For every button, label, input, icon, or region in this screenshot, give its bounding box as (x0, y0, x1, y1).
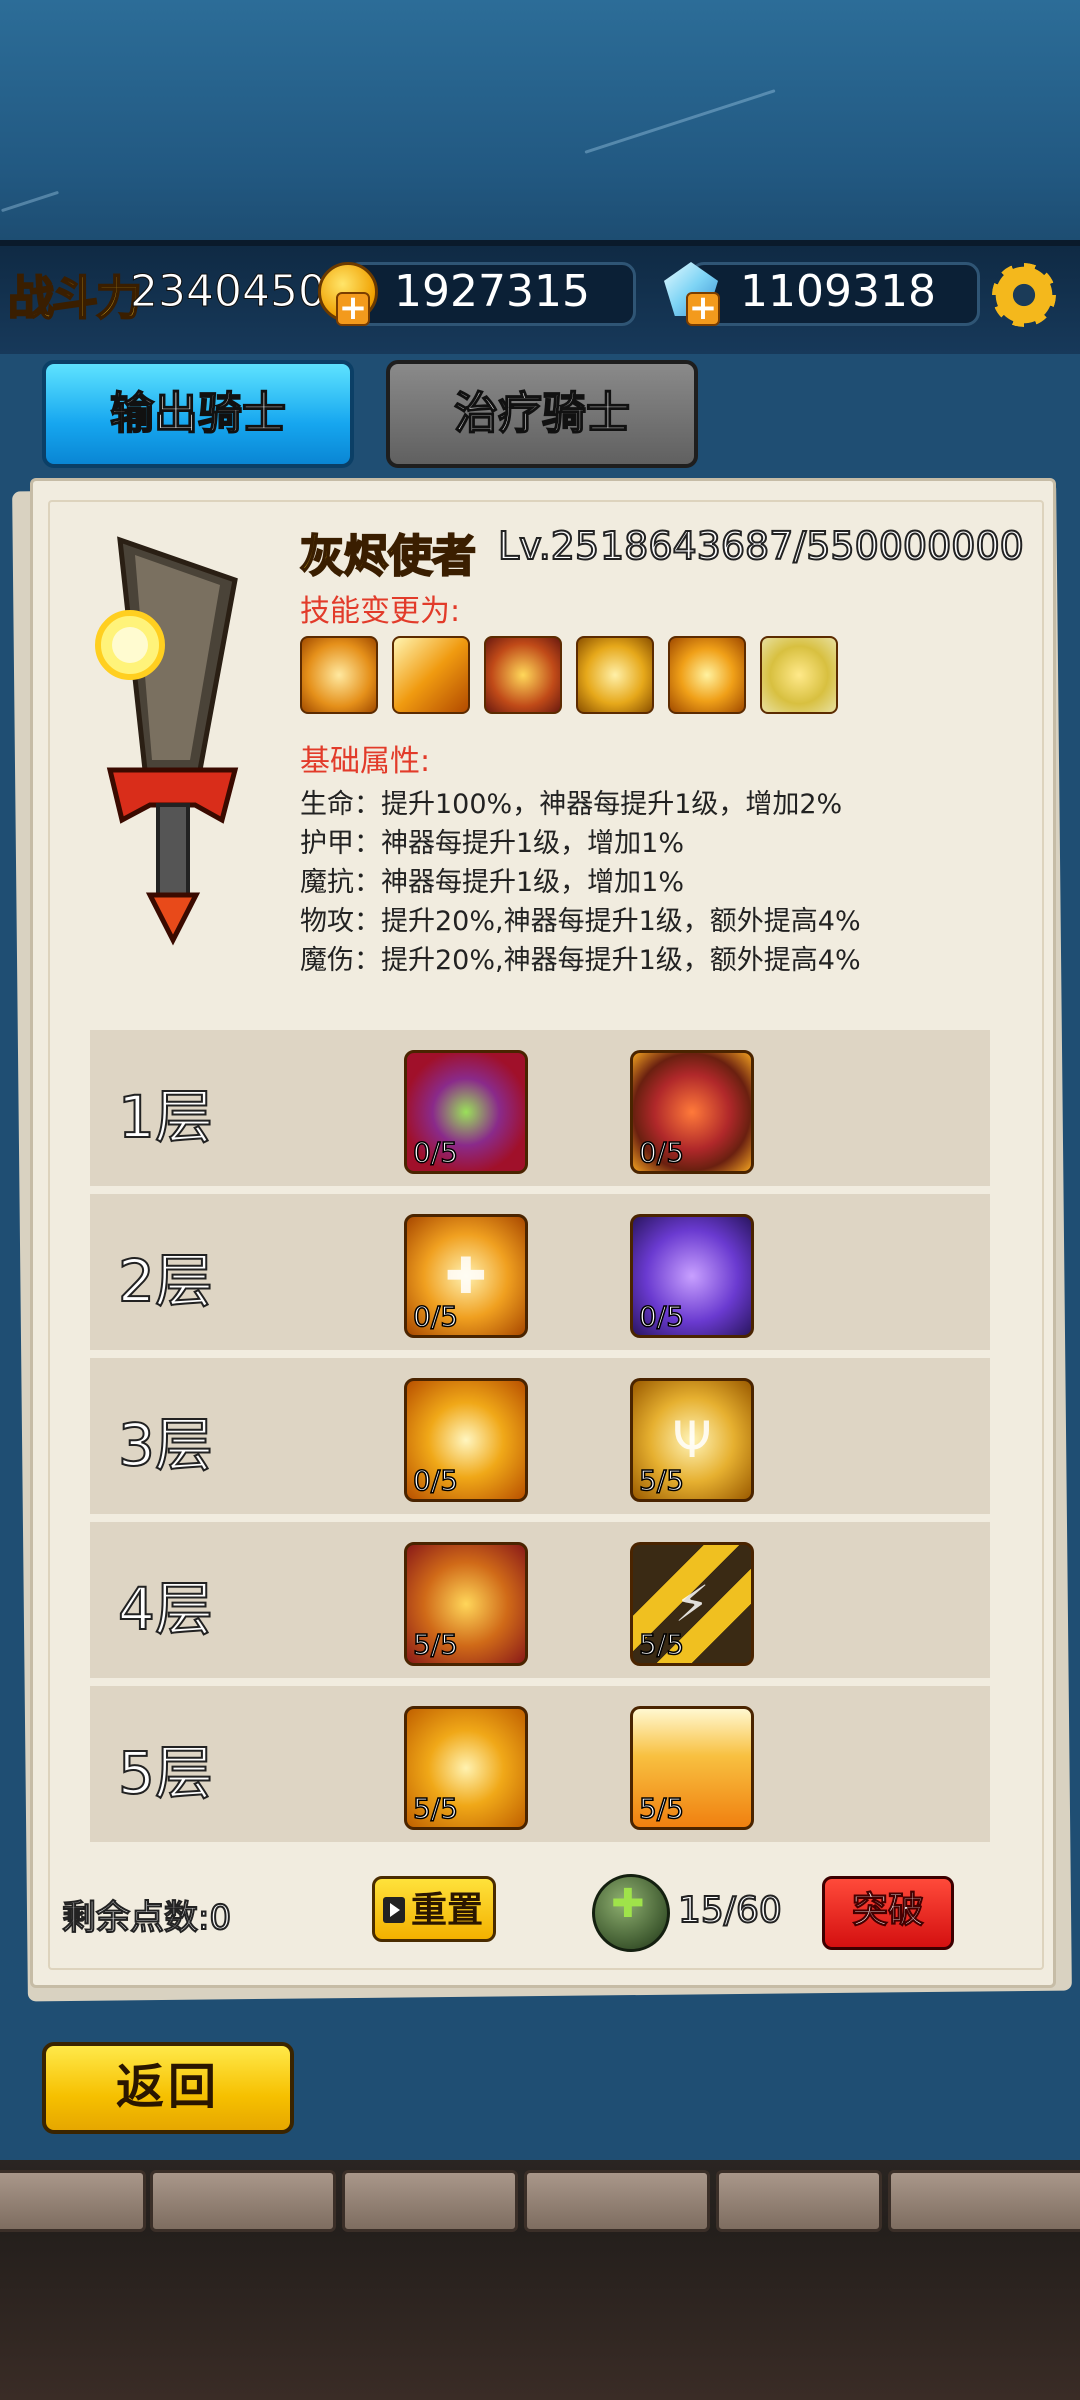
attr-phys-attack: 物攻：提升20%,神器每提升1级，额外提高4% (300, 906, 861, 937)
add-gold-button[interactable]: + (336, 291, 370, 326)
shield-wings-icon[interactable] (760, 636, 838, 714)
wall-brick (0, 2170, 146, 2232)
combat-power-label: 战斗力 (7, 270, 143, 326)
tier-row-5: 5层 5/5 5/5 (90, 1686, 990, 1842)
skill-count: 0/5 (412, 1135, 459, 1170)
attr-armor: 护甲：神器每提升1级，增加1% (300, 828, 685, 859)
tier-label: 2层 (117, 1246, 214, 1316)
upgrade-stone-icon (592, 1874, 670, 1952)
wall-brick (716, 2170, 882, 2232)
tier-label: 4层 (117, 1574, 214, 1644)
gem-value: 1109318 (740, 266, 936, 317)
artifact-exp: 18643687/550000000 (599, 523, 1025, 569)
skill-count: 5/5 (412, 1627, 459, 1662)
tier-row-3: 3层 0/5 Ψ 5/5 (90, 1358, 990, 1514)
spirits-icon[interactable]: 0/5 (630, 1214, 754, 1338)
sword-artifact-icon (95, 536, 239, 946)
tier-row-1: 1层 0/5 0/5 (90, 1030, 990, 1186)
tier-label: 3层 (117, 1410, 214, 1480)
skill-count: 5/5 (638, 1791, 685, 1826)
remaining-points: 剩余点数:0 (61, 1897, 232, 1939)
vortex-icon[interactable]: 0/5 (404, 1378, 528, 1502)
skill-count: 0/5 (412, 1299, 459, 1334)
gem-ring-icon[interactable]: 0/5 (404, 1050, 528, 1174)
artifact-name: 灰烬使者 (299, 530, 477, 583)
back-button[interactable]: 返回 (42, 2042, 294, 2134)
attr-magic-damage: 魔伤：提升20%,神器每提升1级，额外提高4% (300, 945, 861, 976)
skill-count: 5/5 (638, 1463, 685, 1498)
golden-idol-icon[interactable] (576, 636, 654, 714)
flame-shield-icon[interactable]: 0/5 (630, 1050, 754, 1174)
skill-change-icons (300, 636, 838, 714)
lightning-icon[interactable]: ⚡ 5/5 (630, 1542, 754, 1666)
add-gem-button[interactable]: + (686, 291, 720, 326)
fire-coin-icon[interactable]: 5/5 (404, 1542, 528, 1666)
flame-burst-icon[interactable]: 5/5 (630, 1706, 754, 1830)
fire-coin-icon[interactable] (484, 636, 562, 714)
sky-streak (584, 89, 776, 154)
skill-change-title: 技能变更为: (300, 594, 461, 629)
artifact-level: Lv.25 (497, 523, 600, 569)
tab-healer-knight[interactable]: 治疗骑士 (386, 360, 698, 468)
reset-button[interactable]: 重置 (372, 1876, 496, 1942)
gold-value: 1927315 (394, 266, 590, 317)
skill-count: 5/5 (412, 1791, 459, 1826)
gear-icon[interactable] (992, 263, 1056, 327)
wall-brick (888, 2170, 1080, 2232)
sky-background (0, 0, 1080, 240)
skill-count: 5/5 (638, 1627, 685, 1662)
tier-label: 1层 (117, 1082, 214, 1152)
tier-row-4: 4层 5/5 ⚡ 5/5 (90, 1522, 990, 1678)
skill-count: 0/5 (412, 1463, 459, 1498)
wall-brick (524, 2170, 710, 2232)
reset-label: 重置 (410, 1890, 483, 1931)
attr-hp: 生命：提升100%，神器每提升1级，增加2% (300, 789, 843, 820)
chest-icon[interactable] (300, 636, 378, 714)
video-play-icon (383, 1897, 405, 1923)
golden-vortex-icon[interactable]: 5/5 (404, 1706, 528, 1830)
base-attr-title: 基础属性: (300, 744, 431, 779)
tab-output-knight[interactable]: 输出骑士 (42, 360, 354, 468)
skill-count: 0/5 (638, 1299, 685, 1334)
sky-streak (1, 190, 59, 213)
stone-count: 15/60 (677, 1889, 783, 1932)
slash-icon[interactable] (392, 636, 470, 714)
tier-row-2: 2层 ✚ 0/5 0/5 (90, 1194, 990, 1350)
combat-power-value: 2340450 (130, 266, 327, 318)
wall-brick (342, 2170, 518, 2232)
attr-magic-resist: 魔抗：神器每提升1级，增加1% (300, 867, 685, 898)
tier-label: 5层 (117, 1738, 214, 1808)
vortex-icon[interactable] (668, 636, 746, 714)
wall-brick (150, 2170, 336, 2232)
trident-icon[interactable]: Ψ 5/5 (630, 1378, 754, 1502)
skill-count: 0/5 (638, 1135, 685, 1170)
holy-chest-icon[interactable]: ✚ 0/5 (404, 1214, 528, 1338)
breakthrough-button[interactable]: 突破 (822, 1876, 954, 1950)
